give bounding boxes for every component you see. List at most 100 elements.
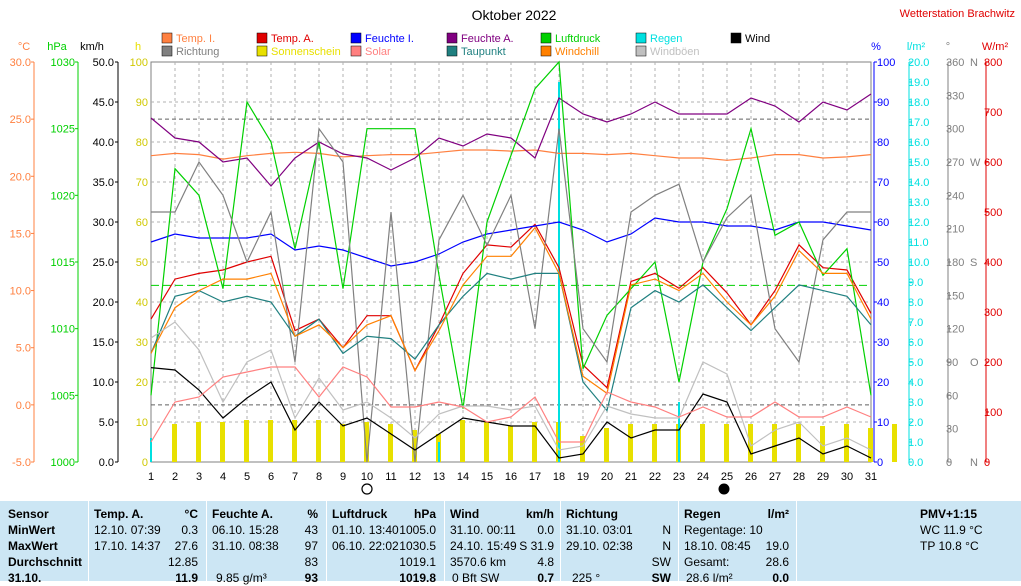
x-tick-7: 7	[292, 471, 298, 483]
dir-max-time: 29.10. 02:38	[566, 539, 633, 553]
legend-label-4: Luftdruck	[555, 33, 601, 45]
rain-today-value: 0.0	[772, 571, 789, 585]
axis-7-tick-100: 100	[984, 407, 1002, 419]
axis-3-tick-10: 10	[136, 417, 148, 429]
axis-2-tick-40: 40.0	[93, 137, 114, 149]
press-today-value: 1019.8	[399, 571, 436, 585]
axis-5-tick-9: 9.0	[908, 277, 923, 289]
hum-max-time: 31.10. 08:38	[212, 539, 279, 553]
wind-unit: km/h	[525, 507, 554, 521]
compass-N-0: N	[970, 457, 978, 469]
axis-4-tick-30: 30	[877, 337, 889, 349]
axis-5-tick-3: 3.0	[908, 397, 923, 409]
x-tick-17: 17	[529, 471, 541, 483]
legend-label-5: Regen	[650, 33, 682, 45]
axis-7-tick-800: 800	[984, 57, 1002, 69]
legend-label-12: Windböen	[650, 46, 700, 58]
axis-1-tick-1020: 1020	[51, 190, 75, 202]
x-tick-20: 20	[601, 471, 613, 483]
sunshine-bar-8	[340, 424, 345, 462]
sunshine-bar-23	[700, 424, 705, 462]
axis-1-tick-1025: 1025	[51, 124, 75, 136]
axis-4-tick-40: 40	[877, 297, 889, 309]
axis-5-tick-10: 10.0	[908, 257, 929, 269]
axis-6-tick-150: 150	[946, 290, 964, 302]
axis-2-tick-20: 20.0	[93, 297, 114, 309]
axis-6-tick-240: 240	[946, 190, 964, 202]
rain-max-time: 18.10. 08:45	[684, 539, 751, 553]
x-tick-22: 22	[649, 471, 661, 483]
wind-max-time: 24.10. 15:49	[450, 539, 517, 553]
axis-7-tick-200: 200	[984, 357, 1002, 369]
axis-1-tick-1015: 1015	[51, 257, 75, 269]
axis-0-tick-15: 15.0	[10, 228, 31, 240]
axis-5-tick-13: 13.0	[908, 197, 929, 209]
axis-3-tick-0: 0	[142, 457, 148, 469]
press-min-time: 01.10. 13:40	[332, 523, 399, 537]
x-tick-6: 6	[268, 471, 274, 483]
legend-swatch-0	[161, 32, 173, 44]
axis-5-tick-7: 7.0	[908, 317, 923, 329]
axis-3-tick-60: 60	[136, 217, 148, 229]
axis-1-tick-1000: 1000	[51, 457, 75, 469]
dir-today-value: SW	[651, 571, 671, 585]
full-moon-icon	[361, 483, 373, 495]
rain-today-sum: 28.6 l/m²	[686, 571, 733, 585]
x-tick-14: 14	[457, 471, 469, 483]
legend-swatch-3	[446, 32, 458, 44]
wind-max-value: S 31.9	[519, 539, 554, 553]
axis-1-tick-1010: 1010	[51, 324, 75, 336]
wind-distance: 3570.6 km	[450, 555, 507, 569]
axis-4-tick-80: 80	[877, 137, 889, 149]
x-tick-23: 23	[673, 471, 685, 483]
hum-today-abs: 9.85 g/m³	[216, 571, 267, 585]
axis-5-tick-18: 18.0	[908, 97, 929, 109]
wind-min-value: 0.0	[537, 523, 554, 537]
legend-swatch-1	[256, 32, 268, 44]
pmv-windchill: WC 11.9 °C	[920, 523, 983, 537]
dir-min-value: N	[662, 523, 671, 537]
row-label-min: MinWert	[8, 523, 56, 537]
x-tick-12: 12	[409, 471, 421, 483]
hum-title: Feuchte A.	[212, 507, 273, 521]
dir-max-value: N	[662, 539, 671, 553]
axis-3-tick-40: 40	[136, 297, 148, 309]
pmv-dewpoint: TP 10.8 °C	[920, 539, 979, 553]
rain-title: Regen	[684, 507, 721, 521]
axis-5-tick-14: 14.0	[908, 177, 929, 189]
axis-2-tick-5: 5.0	[99, 417, 114, 429]
hum-min-time: 06.10. 15:28	[212, 523, 279, 537]
axis-4-tick-60: 60	[877, 217, 889, 229]
rain-unit: l/m²	[767, 507, 789, 521]
x-tick-16: 16	[505, 471, 517, 483]
sunshine-bar-20	[628, 424, 633, 462]
row-label-avg: Durchschnitt	[8, 555, 83, 569]
legend-swatch-8	[256, 45, 268, 57]
temp-max-time: 17.10. 14:37	[94, 539, 161, 553]
axis-5-tick-20: 20.0	[908, 57, 929, 69]
axis-4-tick-10: 10	[877, 417, 889, 429]
sunshine-bar-24	[724, 424, 729, 462]
axis-0-tick--5: -5.0	[12, 457, 31, 469]
axis-5-tick-8: 8.0	[908, 297, 923, 309]
axis-6-tick-0: 0	[946, 457, 952, 469]
legend-swatch-9	[350, 45, 362, 57]
dir-avg-value: SW	[651, 555, 671, 569]
new-moon-icon	[718, 483, 730, 495]
chart-title: Oktober 2022	[472, 7, 557, 23]
compass-N-4: N	[970, 57, 978, 69]
hum-unit: %	[307, 507, 318, 521]
axis-3-tick-100: 100	[130, 57, 148, 69]
sunshine-bar-14	[484, 422, 489, 462]
axis-7-tick-300: 300	[984, 307, 1002, 319]
x-tick-28: 28	[793, 471, 805, 483]
x-tick-13: 13	[433, 471, 445, 483]
dir-title: Richtung	[566, 507, 618, 521]
axis-6-tick-330: 330	[946, 90, 964, 102]
rain-total-value: 28.6	[765, 555, 789, 569]
x-tick-25: 25	[721, 471, 733, 483]
compass-S-2: S	[970, 257, 977, 269]
axis-6-tick-60: 60	[946, 390, 958, 402]
x-tick-10: 10	[361, 471, 373, 483]
row-label-today: 31.10.	[8, 571, 42, 585]
